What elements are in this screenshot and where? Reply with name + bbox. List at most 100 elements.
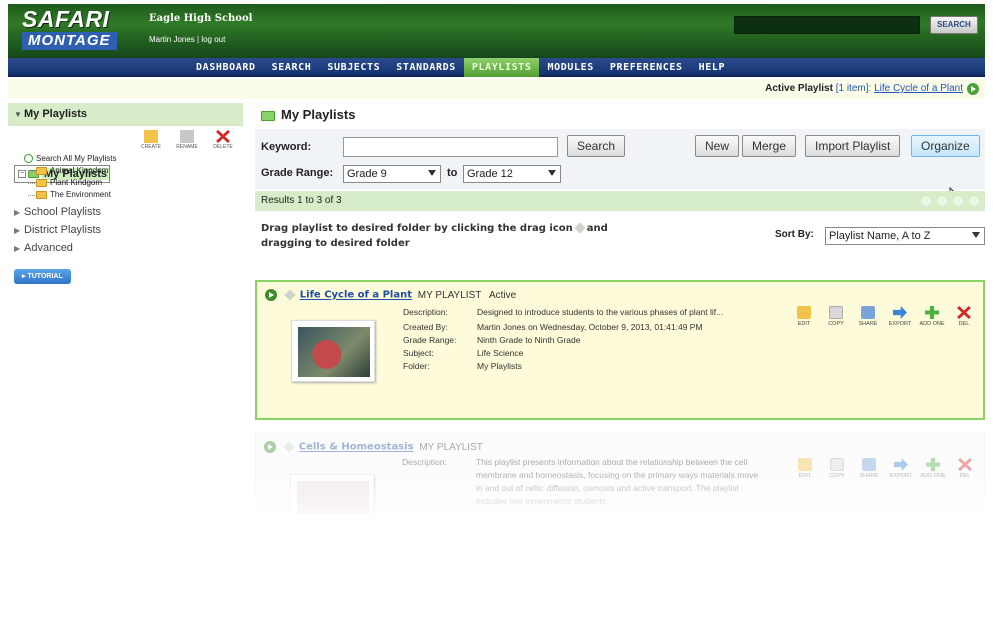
sidebar-header[interactable]: ▼ My Playlists xyxy=(8,103,243,126)
nav-preferences[interactable]: PREFERENCES xyxy=(602,58,691,77)
tree-item-folder[interactable]: The Environment xyxy=(14,189,243,201)
delete-icon xyxy=(957,306,971,319)
tutorial-label: TUTORIAL xyxy=(27,273,63,280)
sort-select[interactable]: Playlist Name, A to Z xyxy=(825,227,985,245)
folder-icon xyxy=(36,166,47,175)
delete-icon xyxy=(216,130,230,143)
active-playlist-link[interactable]: Life Cycle of a Plant xyxy=(874,83,963,94)
playlist-folder: My Playlists xyxy=(477,361,522,371)
nav-playlists[interactable]: PLAYLISTS xyxy=(463,58,540,77)
field-label: Grade Range: xyxy=(403,335,457,345)
active-playlist-text: Active Playlist [1 item]: Life Cycle of … xyxy=(765,83,963,94)
export-button[interactable]: EXPORT xyxy=(887,306,913,327)
merge-button[interactable]: Merge xyxy=(742,135,797,157)
keyword-label: Keyword: xyxy=(261,141,312,153)
results-count: Results 1 to 3 of 3 xyxy=(261,195,342,206)
expand-caret-icon: ▶ xyxy=(14,244,21,253)
search-button[interactable]: Search xyxy=(567,135,626,157)
create-folder-icon xyxy=(144,130,158,143)
last-page-icon[interactable] xyxy=(969,196,979,206)
nav-help[interactable]: HELP xyxy=(691,58,733,77)
create-folder-button[interactable]: CREATE xyxy=(137,130,165,153)
logo-line2: MONTAGE xyxy=(22,32,117,50)
import-playlist-button[interactable]: Import Playlist xyxy=(805,135,901,157)
action-label: EDIT xyxy=(797,321,811,327)
tutorial-button[interactable]: ▸ TUTORIAL xyxy=(14,269,71,284)
copy-button[interactable]: COPY xyxy=(823,306,849,327)
add-one-button[interactable]: ADD ONE xyxy=(919,306,945,327)
playlist-tree: Search All My Playlists − My Playlists An… xyxy=(8,153,243,201)
field-label: Description: xyxy=(403,307,448,317)
pager xyxy=(921,196,979,206)
nav-dashboard[interactable]: DASHBOARD xyxy=(188,58,264,77)
play-icon[interactable] xyxy=(967,83,979,95)
playlist-created-by: Martin Jones on Wednesday, October 9, 20… xyxy=(477,322,703,332)
folder-icon xyxy=(36,178,47,187)
playlist-type: MY PLAYLIST xyxy=(417,289,482,301)
sidebar-title: My Playlists xyxy=(24,108,87,120)
drag-instructions: Drag playlist to desired folder by click… xyxy=(261,221,681,251)
drag-handle-icon[interactable] xyxy=(284,289,296,301)
user-info: Martin Jones | log out xyxy=(149,35,225,44)
rename-icon xyxy=(180,130,194,143)
tree-label: Animal Kingdom xyxy=(50,166,109,175)
sidebar-toolbar: CREATE RENAME DELETE xyxy=(8,126,243,153)
logo-line1: SAFARI xyxy=(22,6,110,32)
nav-modules[interactable]: MODULES xyxy=(539,58,601,77)
nav-subjects[interactable]: SUBJECTS xyxy=(319,58,388,77)
fade-overlay xyxy=(0,470,993,530)
top-search-button[interactable]: SEARCH xyxy=(930,16,978,34)
sidebar-section-school[interactable]: ▶ School Playlists xyxy=(8,205,243,219)
main-nav: DASHBOARD SEARCH SUBJECTS STANDARDS PLAY… xyxy=(8,58,985,77)
play-icon[interactable] xyxy=(264,441,276,453)
playlist-card[interactable]: Life Cycle of a Plant MY PLAYLIST Active… xyxy=(255,280,985,420)
action-label: SHARE xyxy=(858,321,878,327)
playlist-thumbnail[interactable] xyxy=(291,320,375,382)
create-label: CREATE xyxy=(141,144,161,150)
nav-standards[interactable]: STANDARDS xyxy=(388,58,464,77)
grade-to-value: Grade 12 xyxy=(467,168,513,180)
safari-montage-logo[interactable]: SAFARI MONTAGE xyxy=(22,7,132,53)
grade-to-label: to xyxy=(447,167,458,179)
top-search-input[interactable] xyxy=(734,16,920,34)
chevron-down-icon xyxy=(428,170,436,176)
grade-from-select[interactable]: Grade 9 xyxy=(343,165,441,183)
rename-folder-button[interactable]: RENAME xyxy=(173,130,201,153)
field-label: Folder: xyxy=(403,361,430,371)
edit-button[interactable]: EDIT xyxy=(791,306,817,327)
share-button[interactable]: SHARE xyxy=(855,306,881,327)
tree-label: The Environment xyxy=(50,190,111,199)
thumbnail-image xyxy=(298,327,370,377)
playlist-status: Active xyxy=(488,289,517,301)
delete-button[interactable]: DEL xyxy=(951,306,977,327)
action-label: ADD ONE xyxy=(919,321,945,327)
prev-page-icon[interactable] xyxy=(937,196,947,206)
grade-from-value: Grade 9 xyxy=(347,168,387,180)
tree-item-folder[interactable]: Plant Kindgom xyxy=(14,177,243,189)
section-label: District Playlists xyxy=(24,224,102,236)
filter-panel: Keyword: Search New Merge Import Playlis… xyxy=(255,129,985,203)
nav-search[interactable]: SEARCH xyxy=(264,58,320,77)
sidebar: ▼ My Playlists CREATE RENAME DELETE Searc… xyxy=(8,103,243,523)
organize-button[interactable]: Organize xyxy=(911,135,980,157)
delete-folder-button[interactable]: DELETE xyxy=(209,130,237,153)
keyword-input[interactable] xyxy=(343,137,558,157)
first-page-icon[interactable] xyxy=(921,196,931,206)
new-button[interactable]: New xyxy=(695,135,740,157)
active-playlist-bar: Active Playlist [1 item]: Life Cycle of … xyxy=(8,79,985,99)
next-page-icon[interactable] xyxy=(953,196,963,206)
edit-icon xyxy=(797,306,811,319)
playlist-title-link[interactable]: Cells & Homeostasis xyxy=(299,442,414,453)
user-name: Martin Jones xyxy=(149,35,195,44)
tree-item-search-all[interactable]: Search All My Playlists xyxy=(14,153,243,165)
play-icon[interactable] xyxy=(265,289,277,301)
drag-handle-icon[interactable] xyxy=(283,441,295,453)
playlist-title-link[interactable]: Life Cycle of a Plant xyxy=(300,290,412,301)
sidebar-section-advanced[interactable]: ▶ Advanced xyxy=(8,241,243,255)
tree-item-folder[interactable]: Animal Kingdom xyxy=(14,165,243,177)
action-label: COPY xyxy=(828,321,844,327)
sidebar-section-district[interactable]: ▶ District Playlists xyxy=(8,223,243,237)
grade-to-select[interactable]: Grade 12 xyxy=(463,165,561,183)
action-label: DEL xyxy=(958,321,970,327)
logout-link[interactable]: log out xyxy=(201,35,225,44)
